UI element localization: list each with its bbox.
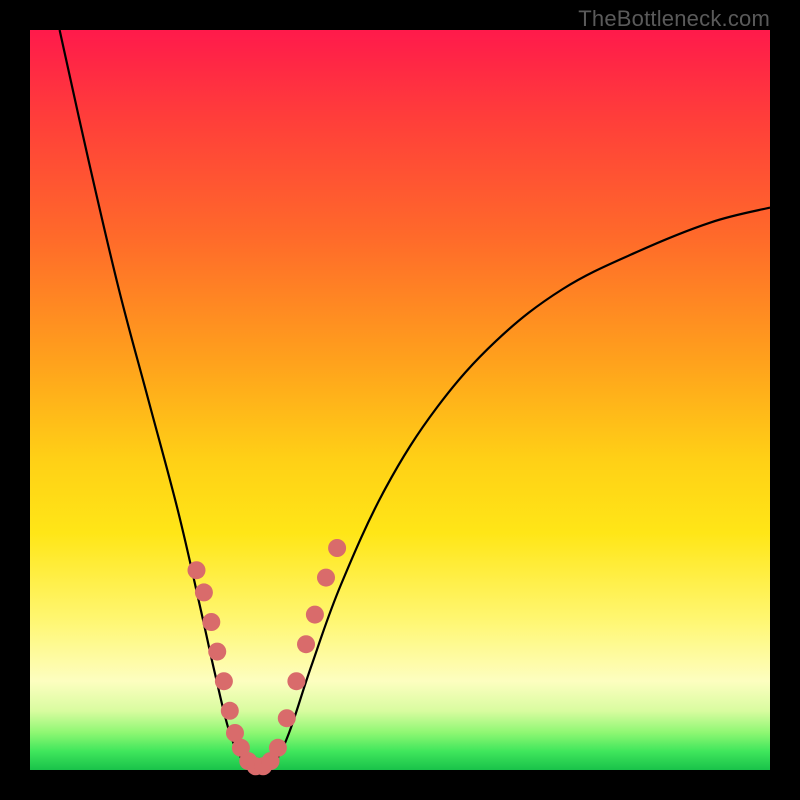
marker-dot bbox=[297, 635, 315, 653]
marker-dot bbox=[215, 672, 233, 690]
marker-dot bbox=[195, 583, 213, 601]
plot-area bbox=[30, 30, 770, 770]
chart-svg bbox=[30, 30, 770, 770]
marker-dot bbox=[269, 739, 287, 757]
watermark-text: TheBottleneck.com bbox=[578, 6, 770, 32]
marker-dot bbox=[278, 709, 296, 727]
highlighted-points bbox=[188, 539, 347, 775]
marker-dot bbox=[317, 569, 335, 587]
marker-dot bbox=[208, 643, 226, 661]
marker-dot bbox=[188, 561, 206, 579]
marker-dot bbox=[221, 702, 239, 720]
chart-frame: TheBottleneck.com bbox=[0, 0, 800, 800]
marker-dot bbox=[202, 613, 220, 631]
marker-dot bbox=[306, 606, 324, 624]
marker-dot bbox=[287, 672, 305, 690]
marker-dot bbox=[328, 539, 346, 557]
bottleneck-curve bbox=[60, 30, 770, 770]
